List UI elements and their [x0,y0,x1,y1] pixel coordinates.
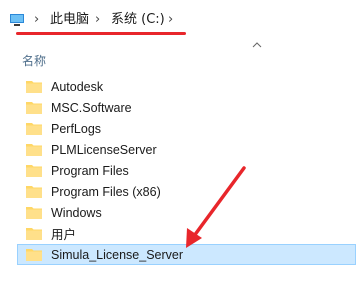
file-name: MSC.Software [51,100,132,115]
file-name: Program Files [51,163,129,178]
breadcrumb-item-this-pc[interactable]: 此电脑 [50,11,89,29]
folder-icon [26,249,42,261]
list-item[interactable]: MSC.Software [18,97,356,118]
folder-icon [26,165,42,177]
address-bar[interactable]: › 此电脑 › 系统 (C:) › [0,0,356,38]
file-name: 用户 [51,228,77,242]
folder-icon [26,228,42,240]
list-item[interactable]: Program Files (x86) [18,181,356,202]
file-name: PerfLogs [51,121,102,136]
folder-icon [26,144,42,156]
file-name: Program Files (x86) [51,184,161,199]
computer-icon [10,14,24,26]
folder-icon [26,186,42,198]
file-name: Autodesk [51,79,104,94]
chevron-right-icon[interactable]: › [95,12,100,28]
folder-icon [26,81,42,93]
list-item-selected[interactable]: Simula_License_Server [17,244,356,265]
list-item[interactable]: 用户 [18,223,356,244]
chevron-right-icon[interactable]: › [34,12,39,28]
folder-icon [26,123,42,135]
list-item[interactable]: Autodesk [18,76,356,97]
annotation-underline [16,32,186,35]
file-name: Windows [51,205,102,220]
sort-up-icon [252,42,262,48]
file-name: PLMLicenseServer [51,142,157,157]
file-list: Autodesk MSC.Software PerfLogs PLMLicens… [17,76,356,265]
list-item[interactable]: PerfLogs [18,118,356,139]
list-item[interactable]: Program Files [18,160,356,181]
name-column-header[interactable]: 名称 [22,52,46,69]
folder-icon [26,102,42,114]
chevron-right-icon[interactable]: › [168,12,173,28]
list-item[interactable]: Windows [18,202,356,223]
list-item[interactable]: PLMLicenseServer [18,139,356,160]
file-name: Simula_License_Server [51,247,184,262]
folder-icon [26,207,42,219]
breadcrumb-item-drive-c[interactable]: 系统 (C:) [111,11,165,29]
